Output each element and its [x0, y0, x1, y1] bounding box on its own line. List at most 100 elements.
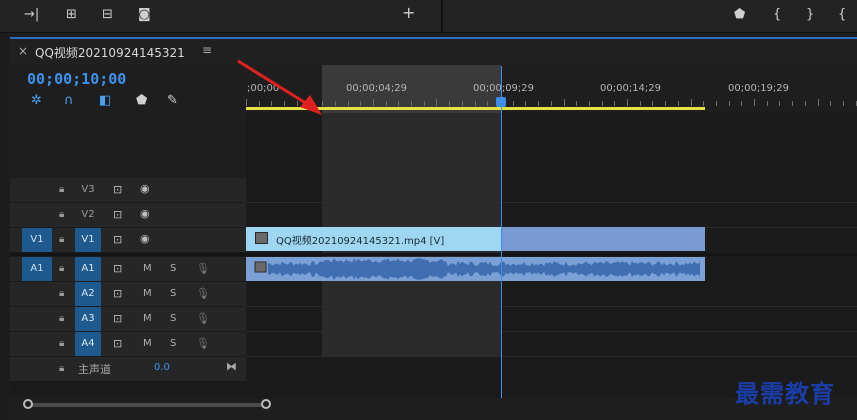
- track-separator: [246, 356, 857, 357]
- eye-icon[interactable]: ◉: [140, 232, 150, 245]
- ruler-tick: [525, 101, 526, 106]
- add-marker-icon[interactable]: ⬟: [136, 93, 147, 109]
- track-name-v2[interactable]: V2: [75, 203, 101, 227]
- track-output-icon[interactable]: ⊡: [113, 262, 122, 275]
- ruler-tick: [691, 99, 692, 106]
- video-audio-divider[interactable]: [10, 253, 857, 256]
- track-name-v3[interactable]: V3: [75, 178, 101, 202]
- track-output-icon[interactable]: ⊡: [113, 233, 122, 246]
- ruler-tick: [538, 101, 539, 106]
- mute-button[interactable]: M: [143, 288, 152, 299]
- lock-icon[interactable]: 🔒︎: [59, 338, 64, 349]
- track-header-a2: [10, 282, 246, 307]
- mic-icon[interactable]: 🎙︎: [196, 287, 210, 300]
- linked-selection-icon[interactable]: ◧: [99, 93, 111, 109]
- ruler-tick: [462, 101, 463, 106]
- ruler-tick: [373, 99, 374, 106]
- tab-menu-icon[interactable]: ≡: [202, 43, 212, 57]
- out-bracket-icon[interactable]: }: [806, 7, 814, 23]
- source-patch-v1[interactable]: V1: [22, 228, 52, 252]
- ruler-tick: [716, 101, 717, 106]
- ruler-tick: [589, 101, 590, 106]
- video-clip-after-playhead: [501, 227, 705, 251]
- track-output-icon[interactable]: ⊡: [113, 183, 122, 196]
- ruler-tick: [424, 101, 425, 106]
- eye-icon[interactable]: ◉: [140, 207, 150, 220]
- solo-button[interactable]: S: [170, 288, 176, 299]
- wrench-icon[interactable]: ✎: [167, 93, 178, 109]
- extract-icon[interactable]: ⊟: [102, 7, 113, 23]
- eye-icon[interactable]: ◉: [140, 182, 150, 195]
- audio-clip[interactable]: [246, 257, 705, 281]
- marker-icon[interactable]: ⬟: [734, 7, 745, 23]
- mute-button[interactable]: M: [143, 263, 152, 274]
- master-volume-value[interactable]: 0.0: [154, 362, 170, 373]
- top-toolbar: →| ⊞ ⊟ ◙ + ⬟ { } {: [0, 0, 857, 33]
- track-output-icon[interactable]: ⊡: [113, 208, 122, 221]
- mic-icon[interactable]: 🎙︎: [196, 262, 210, 275]
- lift-icon[interactable]: ⊞: [66, 7, 77, 23]
- track-name-a3[interactable]: A3: [75, 307, 101, 331]
- playhead-handle[interactable]: [496, 97, 506, 107]
- lock-icon[interactable]: 🔒︎: [59, 363, 64, 374]
- ruler-tick: [335, 101, 336, 106]
- source-patch-a1[interactable]: A1: [22, 257, 52, 281]
- track-header-master: [10, 357, 246, 382]
- track-output-icon[interactable]: ⊡: [113, 287, 122, 300]
- lock-icon[interactable]: 🔒︎: [59, 288, 64, 299]
- mic-icon[interactable]: 🎙︎: [196, 337, 210, 350]
- track-name-v1[interactable]: V1: [75, 228, 101, 252]
- zoom-handle-right[interactable]: [261, 399, 271, 409]
- track-output-icon[interactable]: ⊡: [113, 337, 122, 350]
- track-name-a4[interactable]: A4: [75, 332, 101, 356]
- track-header-v3: [10, 178, 246, 203]
- magnet-icon[interactable]: ∩: [64, 93, 74, 109]
- annotation-arrow-icon: [237, 59, 322, 115]
- ruler-tick: [754, 99, 755, 106]
- ruler-tick: [487, 101, 488, 106]
- snap-icon[interactable]: ✲: [31, 93, 42, 109]
- ruler-tick: [449, 101, 450, 106]
- ruler-tick: [436, 99, 437, 106]
- solo-button[interactable]: S: [170, 338, 176, 349]
- solo-button[interactable]: S: [170, 263, 176, 274]
- zoom-handle-left[interactable]: [23, 399, 33, 409]
- playhead-line[interactable]: [501, 66, 502, 399]
- track-name-a1[interactable]: A1: [75, 257, 101, 281]
- sequence-tab-title[interactable]: QQ视频20210924145321: [35, 44, 185, 61]
- ruler-tick: [665, 101, 666, 106]
- lock-icon[interactable]: 🔒︎: [59, 184, 64, 195]
- video-clip-label: QQ视频20210924145321.mp4 [V]: [276, 236, 445, 247]
- jump-icon[interactable]: ⧓: [226, 360, 237, 373]
- mute-button[interactable]: M: [143, 313, 152, 324]
- track-output-icon[interactable]: ⊡: [113, 312, 122, 325]
- close-tab-icon[interactable]: ×: [18, 44, 28, 58]
- playhead-timecode[interactable]: 00;00;10;00: [27, 70, 126, 88]
- ruler-tick: [360, 101, 361, 106]
- track-header-a4: [10, 332, 246, 357]
- camera-icon[interactable]: ◙: [138, 7, 151, 23]
- solo-button[interactable]: S: [170, 313, 176, 324]
- in-bracket-icon[interactable]: {: [773, 7, 781, 23]
- lock-icon[interactable]: 🔒︎: [59, 234, 64, 245]
- fx-badge-icon: [254, 261, 267, 273]
- goto-in-icon[interactable]: {: [838, 7, 846, 23]
- ruler-tick: [475, 101, 476, 106]
- ruler-tick: [703, 101, 704, 106]
- mic-icon[interactable]: 🎙︎: [196, 312, 210, 325]
- mute-button[interactable]: M: [143, 338, 152, 349]
- track-name-a2[interactable]: A2: [75, 282, 101, 306]
- ruler-tick: [792, 101, 793, 106]
- horizontal-scrollbar[interactable]: [10, 398, 857, 420]
- master-track-label: 主声道: [78, 363, 111, 376]
- add-button[interactable]: +: [402, 5, 415, 21]
- lock-icon[interactable]: 🔒︎: [59, 313, 64, 324]
- zoom-scroll-track[interactable]: [26, 403, 266, 407]
- lock-icon[interactable]: 🔒︎: [59, 263, 64, 274]
- audio-waveform: [254, 258, 700, 280]
- ripple-icon[interactable]: →|: [24, 7, 39, 23]
- ruler-tick: [843, 101, 844, 106]
- ruler-tick: [741, 101, 742, 106]
- ruler-tick: [614, 101, 615, 106]
- lock-icon[interactable]: 🔒︎: [59, 209, 64, 220]
